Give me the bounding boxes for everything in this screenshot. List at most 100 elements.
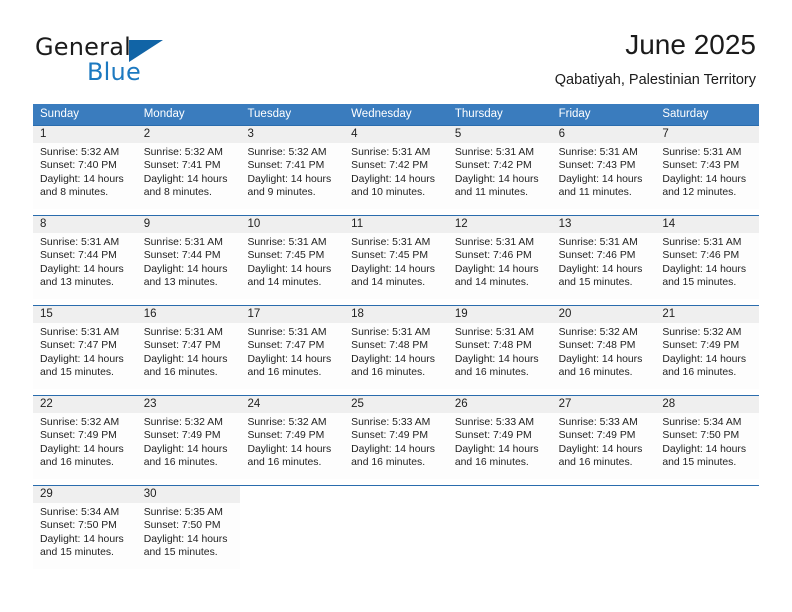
calendar-day-cell[interactable]: 16 Sunrise: 5:31 AM Sunset: 7:47 PM Dayligh… (136, 306, 241, 389)
calendar-week-row: 15 Sunrise: 5:31 AM Sunset: 7:47 PM Dayligh… (33, 305, 760, 389)
calendar-week-row: 1 Sunrise: 5:32 AM Sunset: 7:40 PM Daylight… (33, 125, 760, 209)
calendar-day-cell[interactable]: 23 Sunrise: 5:32 AM Sunset: 7:49 PM Dayligh… (136, 396, 241, 479)
sunrise-text: Sunrise: 5:32 AM (558, 327, 638, 338)
daylight-text-line2: and 9 minutes. (247, 187, 316, 199)
calendar-day-cell[interactable]: 21 Sunrise: 5:32 AM Sunset: 7:49 PM Dayligh… (655, 306, 760, 389)
calendar-grid: Sunday Monday Tuesday Wednesday Thursday… (33, 104, 760, 569)
day-details: Sunrise: 5:32 AM Sunset: 7:49 PM Daylight:… (33, 413, 137, 470)
sunrise-text: Sunrise: 5:31 AM (454, 327, 535, 338)
daylight-text-line2: and 16 minutes. (143, 457, 218, 469)
calendar-day-cell[interactable]: 17 Sunrise: 5:31 AM Sunset: 7:47 PM Dayligh… (240, 306, 345, 389)
calendar-day-cell[interactable]: 9 Sunrise: 5:31 AM Sunset: 7:44 PM Daylight… (136, 216, 241, 299)
day-number-band (448, 486, 552, 503)
calendar-day-cell[interactable]: 3 Sunrise: 5:32 AM Sunset: 7:41 PM Daylight… (240, 126, 345, 209)
sunset-text: Sunset: 7:45 PM (351, 250, 428, 262)
calendar-day-cell[interactable]: 14 Sunrise: 5:31 AM Sunset: 7:46 PM Dayligh… (655, 216, 760, 299)
daylight-text-line1: Daylight: 14 hours (662, 353, 747, 365)
daylight-text-line1: Daylight: 14 hours (454, 173, 539, 185)
day-details: Sunrise: 5:33 AM Sunset: 7:49 PM Daylight:… (344, 413, 448, 470)
calendar-day-cell[interactable]: 10 Sunrise: 5:31 AM Sunset: 7:45 PM Dayligh… (240, 216, 345, 299)
calendar-day-cell[interactable]: 26 Sunrise: 5:33 AM Sunset: 7:49 PM Dayligh… (447, 396, 552, 479)
sunrise-text: Sunrise: 5:33 AM (454, 417, 535, 428)
calendar-day-cell[interactable]: 30 Sunrise: 5:35 AM Sunset: 7:50 PM Dayligh… (136, 486, 241, 569)
calendar-day-cell[interactable]: 1 Sunrise: 5:32 AM Sunset: 7:40 PM Daylight… (33, 126, 137, 209)
daylight-text-line2: and 16 minutes. (454, 457, 529, 469)
sunset-text: Sunset: 7:47 PM (143, 340, 221, 352)
day-details: Sunrise: 5:31 AM Sunset: 7:42 PM Daylight:… (448, 143, 552, 200)
calendar-day-cell[interactable]: 8 Sunrise: 5:31 AM Sunset: 7:44 PM Daylight… (33, 216, 137, 299)
calendar-day-cell[interactable]: 11 Sunrise: 5:31 AM Sunset: 7:45 PM Dayligh… (344, 216, 448, 299)
day-number-band: 6 (551, 126, 656, 143)
daylight-text-line2: and 16 minutes. (143, 367, 218, 379)
day-details: Sunrise: 5:31 AM Sunset: 7:43 PM Daylight:… (552, 143, 656, 200)
calendar-day-cell[interactable]: 29 Sunrise: 5:34 AM Sunset: 7:50 PM Dayligh… (33, 486, 137, 569)
calendar-day-cell[interactable]: 12 Sunrise: 5:31 AM Sunset: 7:46 PM Dayligh… (447, 216, 552, 299)
calendar-day-cell[interactable]: 18 Sunrise: 5:31 AM Sunset: 7:48 PM Dayligh… (344, 306, 448, 389)
sunset-text: Sunset: 7:41 PM (143, 160, 221, 172)
generalblue-logo[interactable]: General Blue (35, 33, 235, 89)
day-details: Sunrise: 5:31 AM Sunset: 7:46 PM Daylight:… (448, 233, 552, 290)
calendar-day-cell[interactable]: 20 Sunrise: 5:32 AM Sunset: 7:48 PM Dayligh… (551, 306, 656, 389)
calendar-day-cell[interactable]: 24 Sunrise: 5:32 AM Sunset: 7:49 PM Dayligh… (240, 396, 345, 479)
day-number: 17 (247, 308, 261, 320)
day-number-band: 21 (655, 306, 760, 323)
weekday-header-sunday: Sunday (40, 108, 80, 120)
day-number: 2 (143, 128, 151, 140)
day-number-band: 17 (240, 306, 345, 323)
day-number: 12 (454, 218, 468, 230)
sunset-text: Sunset: 7:47 PM (247, 340, 325, 352)
day-details: Sunrise: 5:31 AM Sunset: 7:45 PM Daylight:… (344, 233, 448, 290)
day-number-band: 29 (33, 486, 137, 503)
calendar-day-cell[interactable]: 5 Sunrise: 5:31 AM Sunset: 7:42 PM Daylight… (447, 126, 552, 209)
day-number-band: 19 (447, 306, 552, 323)
calendar-day-cell[interactable]: 6 Sunrise: 5:31 AM Sunset: 7:43 PM Daylight… (551, 126, 656, 209)
calendar-day-cell[interactable]: 19 Sunrise: 5:31 AM Sunset: 7:48 PM Dayligh… (447, 306, 552, 389)
calendar-day-cell[interactable]: 7 Sunrise: 5:31 AM Sunset: 7:43 PM Daylight… (655, 126, 760, 209)
day-number: 30 (143, 488, 157, 500)
daylight-text-line1: Daylight: 14 hours (351, 443, 435, 455)
daylight-text-line1: Daylight: 14 hours (662, 263, 747, 275)
calendar-day-cell[interactable]: 4 Sunrise: 5:31 AM Sunset: 7:42 PM Daylight… (344, 126, 448, 209)
calendar-day-cell-empty (240, 486, 345, 569)
day-number: 20 (558, 308, 572, 320)
day-details: Sunrise: 5:31 AM Sunset: 7:44 PM Daylight:… (33, 233, 137, 290)
day-details: Sunrise: 5:31 AM Sunset: 7:48 PM Daylight:… (448, 323, 552, 380)
daylight-text-line2: and 16 minutes. (558, 367, 633, 379)
daylight-text-line2: and 14 minutes. (247, 277, 322, 289)
day-number: 29 (40, 488, 53, 500)
weekday-header-saturday: Saturday (662, 108, 709, 120)
daylight-text-line1: Daylight: 14 hours (247, 443, 332, 455)
day-details (240, 503, 344, 506)
day-details: Sunrise: 5:32 AM Sunset: 7:41 PM Daylight:… (137, 143, 241, 200)
weekday-header-tuesday: Tuesday (247, 108, 292, 120)
sunrise-text: Sunrise: 5:31 AM (247, 237, 327, 248)
day-number-band: 15 (33, 306, 137, 323)
day-details: Sunrise: 5:32 AM Sunset: 7:49 PM Daylight:… (655, 323, 759, 380)
day-details: Sunrise: 5:33 AM Sunset: 7:49 PM Daylight:… (448, 413, 552, 470)
calendar-day-cell[interactable]: 13 Sunrise: 5:31 AM Sunset: 7:46 PM Dayligh… (551, 216, 656, 299)
day-number: 5 (454, 128, 462, 140)
daylight-text-line1: Daylight: 14 hours (558, 173, 643, 185)
sunset-text: Sunset: 7:40 PM (40, 160, 117, 172)
calendar-day-cell[interactable]: 27 Sunrise: 5:33 AM Sunset: 7:49 PM Dayligh… (551, 396, 656, 479)
calendar-day-cell[interactable]: 15 Sunrise: 5:31 AM Sunset: 7:47 PM Dayligh… (33, 306, 137, 389)
sunset-text: Sunset: 7:49 PM (143, 430, 221, 442)
sunset-text: Sunset: 7:50 PM (40, 520, 117, 532)
sunset-text: Sunset: 7:42 PM (454, 160, 532, 172)
day-number-band: 4 (344, 126, 448, 143)
day-number-band: 27 (551, 396, 656, 413)
day-number: 23 (143, 398, 157, 410)
day-number-band: 22 (33, 396, 137, 413)
calendar-day-cell-empty (447, 486, 552, 569)
calendar-day-cell[interactable]: 25 Sunrise: 5:33 AM Sunset: 7:49 PM Dayligh… (344, 396, 448, 479)
calendar-day-cell[interactable]: 22 Sunrise: 5:32 AM Sunset: 7:49 PM Dayligh… (33, 396, 137, 479)
daylight-text-line1: Daylight: 14 hours (143, 263, 228, 275)
daylight-text-line1: Daylight: 14 hours (454, 353, 539, 365)
daylight-text-line2: and 16 minutes. (351, 457, 426, 469)
calendar-week-row: 8 Sunrise: 5:31 AM Sunset: 7:44 PM Daylight… (33, 215, 760, 299)
day-number-band: 18 (344, 306, 448, 323)
calendar-day-cell[interactable]: 28 Sunrise: 5:34 AM Sunset: 7:50 PM Dayligh… (655, 396, 760, 479)
sunrise-text: Sunrise: 5:31 AM (454, 147, 535, 158)
calendar-day-cell[interactable]: 2 Sunrise: 5:32 AM Sunset: 7:41 PM Daylight… (136, 126, 241, 209)
day-details: Sunrise: 5:32 AM Sunset: 7:40 PM Daylight:… (33, 143, 137, 200)
